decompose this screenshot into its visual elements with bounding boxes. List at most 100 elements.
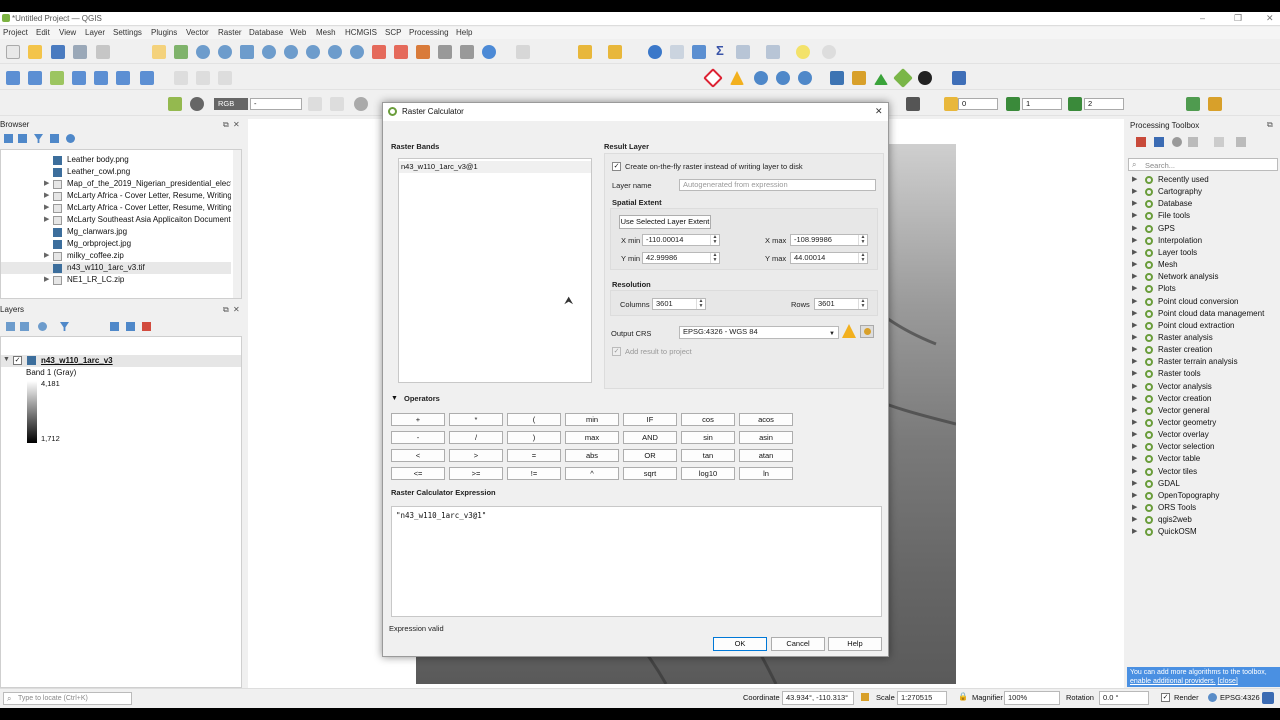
toolbox-item[interactable]: ▶ Interpolation (1132, 235, 1272, 247)
rgb-combo[interactable]: - (250, 98, 302, 110)
ok-button[interactable]: OK (713, 637, 767, 651)
expand-arrow-icon[interactable]: ▶ (1132, 418, 1137, 426)
menu-mesh[interactable]: Mesh (316, 28, 336, 37)
expand-arrow-icon[interactable]: ▶ (1132, 454, 1137, 462)
add-delimited-text-icon[interactable] (116, 71, 130, 85)
close-window-icon[interactable]: ✕ (1266, 13, 1274, 24)
layer-row[interactable] (1, 355, 241, 367)
expand-arrow-icon[interactable]: ▶ (1132, 442, 1137, 450)
contrast-icon-1[interactable] (308, 97, 322, 111)
zoom-full-icon[interactable] (240, 45, 254, 59)
band-spin-1[interactable]: 0 (958, 98, 998, 110)
operator-button[interactable]: ln (739, 467, 793, 480)
save-project-icon[interactable] (51, 45, 65, 59)
layers-float-icon[interactable]: ⧉ (223, 305, 229, 315)
menu-help[interactable]: Help (456, 28, 472, 37)
menu-edit[interactable]: Edit (36, 28, 50, 37)
toolbox-item[interactable]: ▶ Raster creation (1132, 344, 1272, 356)
spin-arrows-icon[interactable]: ▲ ▼ (696, 299, 705, 309)
expand-arrow-icon[interactable]: ▶ (44, 191, 49, 199)
topology-icon[interactable] (703, 68, 723, 88)
expand-arrow-icon[interactable]: ▶ (1132, 260, 1137, 268)
expand-arrow-icon[interactable]: ▶ (1132, 527, 1137, 535)
browser-item[interactable]: Mg_orbproject.jpg (1, 238, 231, 250)
expand-arrow-icon[interactable]: ▶ (1132, 224, 1137, 232)
browser-scrollbar[interactable] (233, 150, 241, 298)
python-console-icon[interactable] (830, 71, 844, 85)
digitize-icon[interactable] (174, 71, 188, 85)
temporal-icon[interactable] (438, 45, 452, 59)
save-edits-icon[interactable] (218, 71, 232, 85)
toolbox-search-input[interactable]: Search... (1145, 161, 1175, 170)
browser-item[interactable]: n43_w110_1arc_v3.tif (1, 262, 231, 274)
history-icon[interactable] (1172, 137, 1182, 147)
expand-arrow-icon[interactable]: ▶ (1132, 479, 1137, 487)
layer-styling-icon[interactable] (6, 322, 15, 331)
globe-search-icon[interactable] (754, 71, 768, 85)
toolbox-item[interactable]: ▶ GPS (1132, 223, 1272, 235)
add-mesh-icon[interactable] (94, 71, 108, 85)
crs-select-button[interactable] (860, 325, 874, 338)
tip-close-link[interactable]: [close] (1218, 678, 1238, 685)
menu-web[interactable]: Web (290, 28, 306, 37)
toolbox-float-icon[interactable]: ⧉ (1267, 120, 1273, 130)
ymax-input[interactable]: 44.00014 ▲ ▼ (790, 252, 868, 264)
messages-icon[interactable] (1262, 692, 1274, 704)
toolbox-item[interactable]: ▶ Network analysis (1132, 271, 1272, 283)
expand-arrow-icon[interactable]: ▶ (1132, 236, 1137, 244)
expand-arrow-icon[interactable]: ▶ (44, 203, 49, 211)
mountain-icon[interactable] (874, 73, 888, 85)
expand-arrow-icon[interactable]: ▶ (1132, 175, 1137, 183)
processing-toolbox-icon[interactable] (692, 45, 706, 59)
operator-button[interactable]: abs (565, 449, 619, 462)
browser-item[interactable]: ▶ NE1_LR_LC.zip (1, 274, 231, 286)
expand-arrow-icon[interactable]: ▶ (1132, 357, 1137, 365)
operator-button[interactable]: acos (739, 413, 793, 426)
menu-raster[interactable]: Raster (218, 28, 242, 37)
spin-arrows-icon[interactable]: ▲ ▼ (710, 253, 719, 263)
operator-button[interactable]: tan (681, 449, 735, 462)
toolbox-item[interactable]: ▶ Vector overlay (1132, 429, 1272, 441)
operator-button[interactable]: * (449, 413, 503, 426)
menu-settings[interactable]: Settings (113, 28, 142, 37)
zoom-native-icon[interactable] (306, 45, 320, 59)
layer-name-input[interactable]: Autogenerated from expression (679, 179, 876, 191)
operator-button[interactable]: max (565, 431, 619, 444)
add-result-checkbox[interactable]: ✓ (612, 347, 621, 356)
new-3d-view-icon[interactable] (394, 45, 408, 59)
toolbox-item[interactable]: ▶ Plots (1132, 283, 1272, 295)
expand-arrow-icon[interactable]: ▶ (1132, 430, 1137, 438)
ymin-input[interactable]: 42.99986 ▲ ▼ (642, 252, 720, 264)
band-spin-2[interactable]: 1 (1022, 98, 1062, 110)
expand-arrow-icon[interactable]: ▶ (1132, 515, 1137, 523)
minimize-icon[interactable]: – (1200, 13, 1205, 23)
collapse-arrow-icon[interactable]: ▼ (3, 356, 10, 363)
dialog-close-icon[interactable]: ✕ (875, 106, 883, 117)
operator-button[interactable]: ) (507, 431, 561, 444)
toolbox-item[interactable]: ▶ Layer tools (1132, 247, 1272, 259)
menu-processing[interactable]: Processing (409, 28, 449, 37)
operator-button[interactable]: log10 (681, 467, 735, 480)
expand-arrow-icon[interactable]: ▶ (1132, 369, 1137, 377)
browser-item[interactable]: Leather body.png (1, 154, 231, 166)
attribute-table-icon[interactable] (670, 45, 684, 59)
tip-link[interactable]: enable additional providers. (1130, 678, 1216, 685)
operator-button[interactable]: atan (739, 449, 793, 462)
xmin-input[interactable]: -110.00014 ▲ ▼ (642, 234, 720, 246)
menu-view[interactable]: View (59, 28, 76, 37)
toolbox-item[interactable]: ▶ Cartography (1132, 186, 1272, 198)
toolbox-item[interactable]: ▶ Vector table (1132, 453, 1272, 465)
band-icon-3[interactable] (1068, 97, 1082, 111)
lock-icon[interactable]: 🔒 (958, 692, 968, 701)
browser-item[interactable]: Mg_clanwars.jpg (1, 226, 231, 238)
add-virtual-layer-icon[interactable] (140, 71, 154, 85)
locator-input[interactable]: Type to locate (Ctrl+K) (18, 695, 88, 702)
operator-button[interactable]: > (449, 449, 503, 462)
expression-editor[interactable]: "n43_w110_1arc_v3@1" (391, 506, 882, 617)
expand-arrow-icon[interactable]: ▶ (1132, 503, 1137, 511)
models-icon[interactable] (1136, 137, 1146, 147)
operator-button[interactable]: != (507, 467, 561, 480)
toolbox-item[interactable]: ▶ OpenTopography (1132, 490, 1272, 502)
toolbox-item[interactable]: ▶ Point cloud data management (1132, 308, 1272, 320)
toolbox-item[interactable]: ▶ Recently used (1132, 174, 1272, 186)
